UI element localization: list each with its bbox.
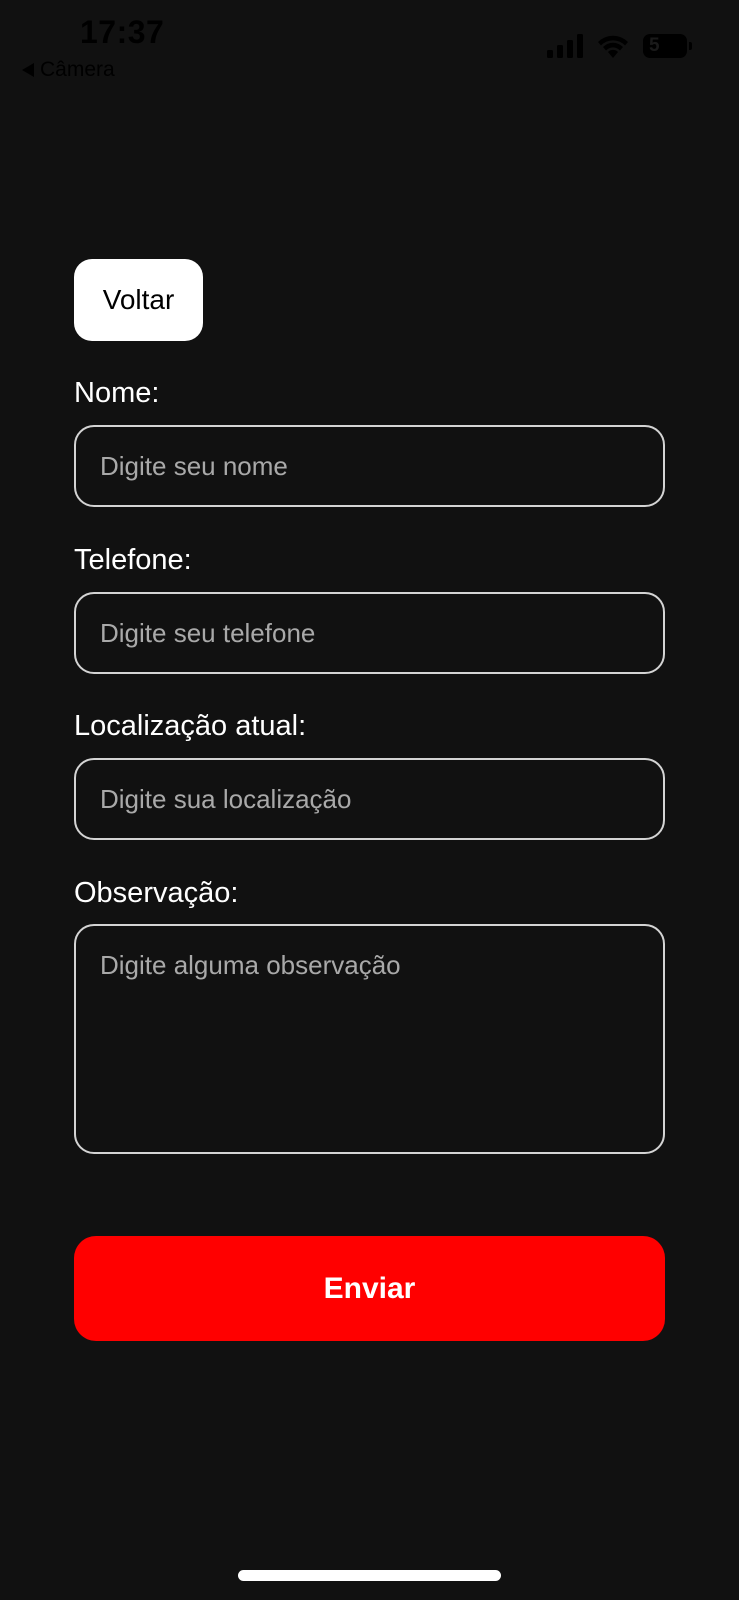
cellular-signal-icon: [547, 34, 583, 58]
submit-button[interactable]: Enviar: [74, 1236, 665, 1341]
status-icons: 5: [547, 34, 692, 58]
back-to-app-link[interactable]: Câmera: [22, 58, 115, 82]
name-input[interactable]: [74, 425, 665, 507]
location-label: Localização atual:: [74, 710, 307, 742]
battery-icon: 5: [643, 34, 692, 58]
back-button[interactable]: Voltar: [74, 259, 203, 341]
back-app-label: Câmera: [40, 58, 115, 81]
back-triangle-icon: [22, 63, 34, 77]
home-indicator[interactable]: [238, 1570, 501, 1581]
wifi-icon: [598, 35, 628, 58]
battery-level: 5: [649, 35, 660, 56]
location-input[interactable]: [74, 758, 665, 840]
status-time: 17:37: [80, 14, 165, 50]
observation-label: Observação:: [74, 877, 239, 909]
observation-textarea[interactable]: [74, 924, 665, 1154]
phone-input[interactable]: [74, 592, 665, 674]
status-bar: 17:37 Câmera 5: [0, 0, 739, 90]
phone-label: Telefone:: [74, 544, 192, 576]
battery-cap: [689, 42, 692, 50]
name-label: Nome:: [74, 377, 160, 409]
